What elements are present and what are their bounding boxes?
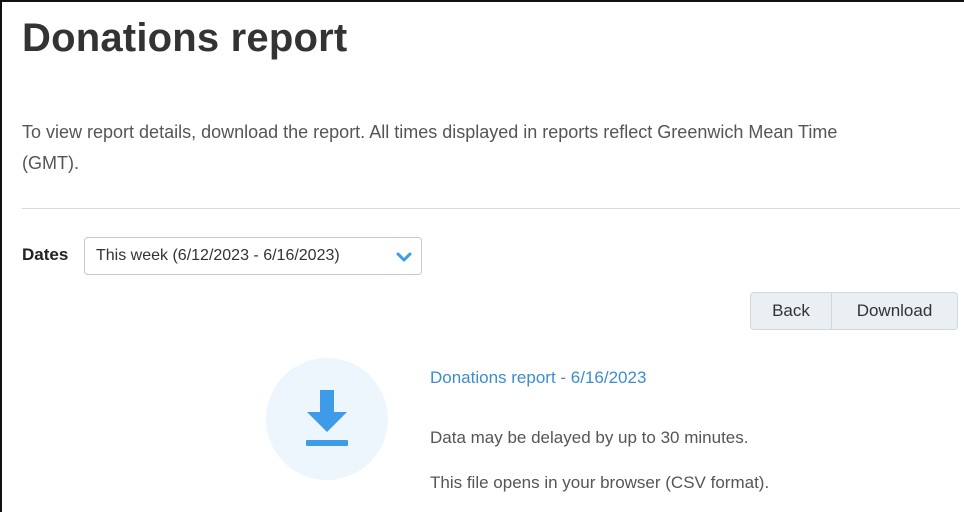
dates-label: Dates bbox=[22, 245, 69, 264]
report-page: Donations report To view report details,… bbox=[0, 0, 964, 512]
dates-select-value: This week (6/12/2023 - 6/16/2023) bbox=[96, 247, 340, 264]
page-title: Donations report bbox=[22, 16, 348, 60]
delay-note: Data may be delayed by up to 30 minutes. bbox=[430, 428, 749, 447]
dates-select[interactable]: This week (6/12/2023 - 6/16/2023) bbox=[84, 237, 422, 275]
download-icon-container[interactable] bbox=[266, 358, 388, 480]
chevron-down-icon bbox=[396, 252, 412, 262]
intro-text: To view report details, download the rep… bbox=[22, 122, 838, 173]
back-button[interactable]: Back bbox=[750, 292, 832, 330]
divider bbox=[22, 208, 960, 209]
download-icon bbox=[306, 390, 348, 446]
report-download-link[interactable]: Donations report - 6/16/2023 bbox=[430, 368, 646, 388]
format-note: This file opens in your browser (CSV for… bbox=[430, 473, 770, 492]
action-button-group: Back Download bbox=[750, 292, 958, 330]
download-button[interactable]: Download bbox=[832, 292, 958, 330]
